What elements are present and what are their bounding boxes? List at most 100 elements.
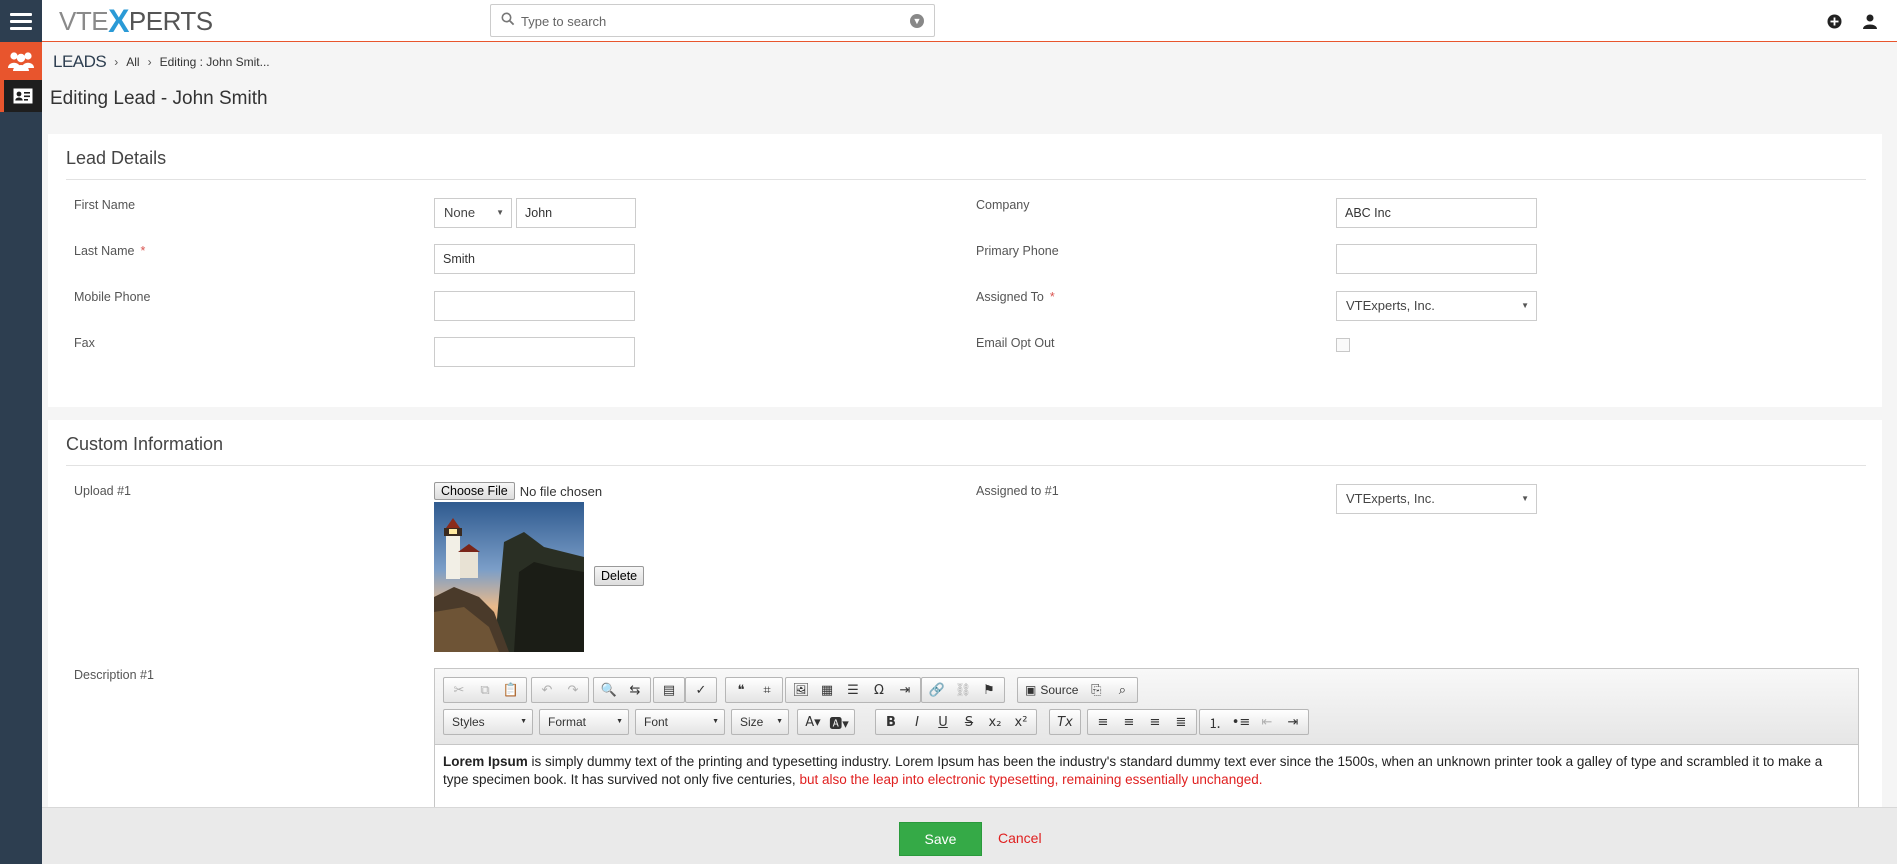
file-input: Choose File No file chosen bbox=[434, 482, 602, 500]
cancel-link[interactable]: Cancel bbox=[998, 830, 1042, 846]
find-icon[interactable]: 🔍 bbox=[597, 679, 621, 701]
paste-icon[interactable]: 📋 bbox=[499, 679, 523, 701]
mobile-phone-label: Mobile Phone bbox=[74, 290, 151, 304]
page-break-icon[interactable]: ⇥ bbox=[893, 679, 917, 701]
company-label: Company bbox=[976, 198, 1030, 212]
search-input[interactable] bbox=[519, 10, 899, 32]
assigned-to-1-select[interactable]: VTExperts, Inc. ▼ bbox=[1336, 484, 1537, 514]
last-name-label: Last Name * bbox=[74, 244, 145, 258]
search-dropdown-icon[interactable]: ▼ bbox=[910, 14, 924, 28]
bulleted-list-icon[interactable]: •≡ bbox=[1229, 711, 1253, 733]
replace-icon[interactable]: ⇆ bbox=[623, 679, 647, 701]
caret-down-icon: ▼ bbox=[776, 718, 783, 725]
numbered-list-icon[interactable]: ⒈ bbox=[1203, 711, 1227, 733]
source-icon: ▣ bbox=[1025, 683, 1037, 697]
superscript-icon[interactable]: x² bbox=[1009, 711, 1033, 733]
editor-toolbar: ✂ ⧉ 📋 ↶ ↷ 🔍 ⇆ ▤ ✓ ❝ ⌗ 🖼 ▦ ☰ Ω ⇥ 🔗 ⛓ ⚑ ▣ … bbox=[435, 669, 1858, 745]
undo-icon[interactable]: ↶ bbox=[535, 679, 559, 701]
custom-information-block: Custom Information Upload #1 Choose File… bbox=[48, 420, 1882, 818]
font-combo[interactable]: Font ▼ bbox=[635, 709, 725, 735]
styles-combo[interactable]: Styles ▼ bbox=[443, 709, 533, 735]
table-icon[interactable]: ▦ bbox=[815, 679, 839, 701]
italic-icon[interactable]: I bbox=[905, 711, 929, 733]
size-combo[interactable]: Size ▼ bbox=[731, 709, 789, 735]
salutation-select[interactable]: None ▼ bbox=[434, 198, 512, 228]
breadcrumb-current: Editing : John Smit... bbox=[159, 55, 270, 69]
subscript-icon[interactable]: x₂ bbox=[983, 711, 1007, 733]
email-opt-out-label: Email Opt Out bbox=[976, 336, 1055, 350]
unlink-icon[interactable]: ⛓ bbox=[951, 679, 975, 701]
color-group: A▾ 🅰▾ bbox=[797, 709, 855, 735]
hamburger-menu-icon[interactable] bbox=[0, 0, 42, 42]
create-div-icon[interactable]: ⌗ bbox=[755, 679, 779, 701]
lead-details-block: Lead Details First Name None ▼ Last Name… bbox=[48, 134, 1882, 407]
assigned-to-1-label: Assigned to #1 bbox=[976, 484, 1059, 498]
user-profile-icon[interactable] bbox=[1861, 12, 1879, 30]
cut-icon[interactable]: ✂ bbox=[447, 679, 471, 701]
redo-icon[interactable]: ↷ bbox=[561, 679, 585, 701]
required-mark: * bbox=[140, 244, 146, 258]
bold-icon[interactable]: B bbox=[879, 711, 903, 733]
caret-down-icon: ▼ bbox=[616, 718, 623, 725]
save-button[interactable]: Save bbox=[899, 822, 982, 856]
link-group: 🔗 ⛓ ⚑ bbox=[921, 677, 1005, 703]
mobile-phone-input[interactable] bbox=[434, 291, 635, 321]
background-color-icon[interactable]: 🅰▾ bbox=[827, 711, 851, 733]
align-center-icon[interactable]: ≡ bbox=[1117, 711, 1141, 733]
anchor-flag-icon[interactable]: ⚑ bbox=[977, 679, 1001, 701]
breadcrumb-module[interactable]: LEADS bbox=[53, 52, 107, 72]
email-opt-out-checkbox[interactable] bbox=[1336, 338, 1350, 352]
indent-icon[interactable]: ⇥ bbox=[1281, 711, 1305, 733]
fax-input[interactable] bbox=[434, 337, 635, 367]
copy-icon[interactable]: ⧉ bbox=[473, 679, 497, 701]
logo-text-2: PERTS bbox=[128, 5, 213, 36]
spellcheck-icon[interactable]: ✓ bbox=[689, 679, 713, 701]
align-group: ≡ ≡ ≡ ≣ bbox=[1087, 709, 1197, 735]
special-char-icon[interactable]: Ω bbox=[867, 679, 891, 701]
format-label: Format bbox=[548, 715, 587, 729]
assigned-to-select[interactable]: VTExperts, Inc. ▼ bbox=[1336, 291, 1537, 321]
assigned-to-value: VTExperts, Inc. bbox=[1346, 298, 1435, 313]
outdent-icon[interactable]: ⇤ bbox=[1255, 711, 1279, 733]
templates-icon[interactable]: ⎘ bbox=[1084, 679, 1108, 701]
align-justify-icon[interactable]: ≣ bbox=[1169, 711, 1193, 733]
assigned-to-label: Assigned To * bbox=[976, 290, 1055, 304]
source-group: ▣ Source ⎘ ⌕ bbox=[1017, 677, 1139, 703]
marketing-app-icon[interactable] bbox=[0, 42, 42, 80]
salutation-value: None bbox=[444, 205, 476, 220]
first-name-label: First Name bbox=[74, 198, 136, 212]
last-name-input[interactable] bbox=[434, 244, 635, 274]
strikethrough-icon[interactable]: S bbox=[957, 711, 981, 733]
font-label: Font bbox=[644, 715, 669, 729]
caret-down-icon: ▼ bbox=[712, 718, 719, 725]
align-left-icon[interactable]: ≡ bbox=[1091, 711, 1115, 733]
remove-format-icon[interactable]: Tx bbox=[1053, 711, 1077, 733]
breadcrumb: LEADS › All › Editing : John Smit... bbox=[53, 52, 270, 72]
caret-down-icon: ▼ bbox=[496, 208, 504, 217]
blockquote-icon[interactable]: ❝ bbox=[729, 679, 753, 701]
divider bbox=[66, 465, 1866, 466]
format-combo[interactable]: Format ▼ bbox=[539, 709, 629, 735]
first-name-input[interactable] bbox=[516, 198, 636, 228]
align-right-icon[interactable]: ≡ bbox=[1143, 711, 1167, 733]
link-icon[interactable]: 🔗 bbox=[925, 679, 949, 701]
choose-file-button[interactable]: Choose File bbox=[434, 482, 515, 500]
quick-create-plus-icon[interactable] bbox=[1825, 12, 1843, 30]
select-all-group: ▤ bbox=[653, 677, 685, 703]
editor-content[interactable]: Lorem Ipsum is simply dummy text of the … bbox=[443, 753, 1848, 789]
company-input[interactable] bbox=[1336, 198, 1537, 228]
delete-image-button[interactable]: Delete bbox=[594, 566, 645, 586]
upload-label: Upload #1 bbox=[74, 484, 131, 498]
underline-icon[interactable]: U bbox=[931, 711, 955, 733]
breadcrumb-list[interactable]: All bbox=[126, 55, 139, 69]
primary-phone-input[interactable] bbox=[1336, 244, 1537, 274]
horizontal-line-icon[interactable]: ☰ bbox=[841, 679, 865, 701]
image-icon[interactable]: 🖼 bbox=[789, 679, 813, 701]
preview-icon[interactable]: ⌕ bbox=[1110, 679, 1134, 701]
leads-module-icon[interactable] bbox=[0, 80, 42, 112]
source-button[interactable]: ▣ Source bbox=[1021, 679, 1082, 701]
text-color-icon[interactable]: A▾ bbox=[801, 711, 825, 733]
assigned-to-label-text: Assigned To bbox=[976, 290, 1044, 304]
vtexperts-logo[interactable]: VTE X PERTS bbox=[59, 3, 213, 39]
select-all-icon[interactable]: ▤ bbox=[657, 679, 681, 701]
